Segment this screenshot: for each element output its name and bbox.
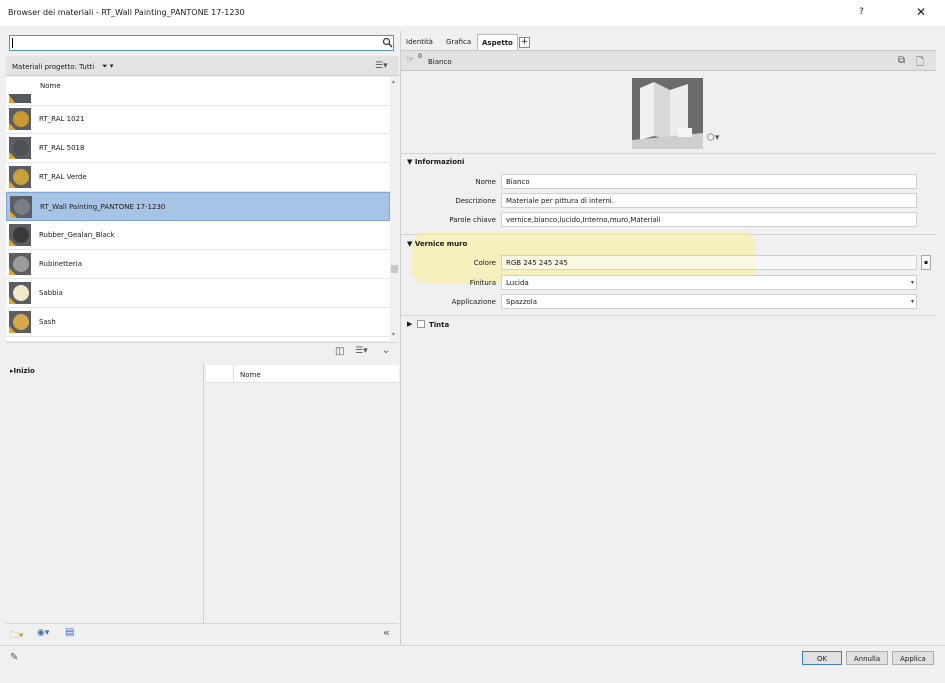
library-column-name[interactable]: Nome (240, 371, 261, 379)
list-item[interactable]: RT_Wall Painting_PANTONE 17-1230 (6, 192, 390, 221)
help-button[interactable]: ? (859, 7, 864, 17)
list-header (6, 77, 390, 94)
label-finish: Finitura (469, 279, 496, 287)
search-icon[interactable] (382, 37, 393, 48)
keywords-field[interactable]: vernice,bianco,lucido,Interno,muro,Mater… (501, 212, 917, 227)
folder-icon[interactable]: 🗀▾ (10, 628, 24, 644)
scroll-up-icon[interactable]: ▴ (392, 78, 395, 85)
panel-icon[interactable]: ▤ (65, 627, 74, 638)
collapse-left-icon[interactable]: « (383, 626, 390, 639)
label-keywords: Parole chiave (449, 216, 496, 224)
material-name: Sabbia (39, 289, 63, 297)
cancel-button[interactable]: Annulla (846, 651, 888, 665)
library-tree (6, 363, 204, 623)
scroll-down-icon[interactable]: ▾ (392, 331, 395, 338)
section-divider (401, 153, 936, 154)
tint-checkbox[interactable] (417, 320, 425, 328)
asset-usage-count: 0 (418, 53, 422, 60)
material-thumbnail (9, 108, 31, 130)
list-item[interactable]: Sash (6, 308, 390, 337)
section-wall-paint-header[interactable]: ▼ Vernice muro (407, 240, 467, 248)
apply-button[interactable]: Applica (892, 651, 934, 665)
section-info-header[interactable]: ▼ Informazioni (407, 158, 464, 166)
material-thumbnail (9, 253, 31, 275)
ok-button[interactable]: OK (802, 651, 842, 665)
list-item[interactable]: Rubinetteria (6, 250, 390, 279)
tab-appearance[interactable]: Aspetto (477, 34, 518, 50)
tree-item-home[interactable]: ▸Inizio (10, 367, 35, 375)
section-tint-header[interactable]: Tinta (429, 321, 449, 329)
collapse-down-icon[interactable]: ⌄ (382, 345, 390, 356)
asset-name: Bianco (428, 58, 452, 66)
add-tab-button[interactable]: + (519, 37, 530, 48)
edit-material-icon[interactable]: ✎ (10, 652, 18, 663)
label-name: Nome (475, 178, 496, 186)
material-thumbnail (9, 224, 31, 246)
column-separator (233, 365, 234, 383)
material-name: RT_RAL Verde (39, 173, 87, 181)
list-options-icon[interactable]: ☰▾ (355, 346, 368, 356)
label-application: Applicazione (451, 298, 496, 306)
material-name: Sash (39, 318, 56, 326)
material-name: RT_Wall Painting_PANTONE 17-1230 (40, 203, 166, 211)
material-list: RT_RAL 1021 RT_RAL 5018 RT_RAL Verde RT_Wal… (6, 77, 390, 341)
material-name: Rubber_Gealan_Black (39, 231, 115, 239)
replace-asset-icon[interactable]: 🗋 (916, 55, 924, 72)
material-preview-image (632, 78, 703, 149)
material-name: RT_RAL 5018 (39, 144, 85, 152)
chevron-down-icon[interactable]: ▾ (911, 298, 914, 305)
material-thumbnail (9, 137, 31, 159)
application-select[interactable]: Spazzola (501, 294, 917, 309)
preview-options-icon[interactable]: ⬡▾ (707, 133, 719, 143)
material-thumbnail (9, 311, 31, 333)
list-view-icon[interactable]: ☰▾ (375, 61, 388, 71)
filter-icon[interactable]: ⏷ ▾ (102, 62, 113, 71)
tab-graphics[interactable]: Grafica (446, 34, 471, 50)
window-title: Browser dei materiali - RT_Wall Painting… (8, 8, 245, 17)
panel-view-icon[interactable]: ◫ (335, 346, 344, 357)
list-item[interactable]: RT_RAL Verde (6, 163, 390, 192)
list-item[interactable]: Sabbia (6, 279, 390, 308)
material-name: RT_RAL 1021 (39, 115, 85, 123)
finish-select[interactable]: Lucida (501, 275, 917, 290)
label-description: Descrizione (455, 197, 496, 205)
project-materials-filter[interactable]: Materiali progetto: Tutti (12, 63, 94, 71)
text-caret (12, 38, 13, 48)
list-item[interactable]: RT_RAL 5018 (6, 134, 390, 163)
tab-identity[interactable]: Identità (406, 34, 433, 50)
chevron-down-icon[interactable]: ▾ (911, 279, 914, 286)
library-table (204, 363, 399, 623)
duplicate-asset-icon[interactable]: ⧉ (898, 55, 905, 66)
close-button[interactable]: ✕ (916, 5, 926, 19)
description-field[interactable]: Materiale per pittura di interni. (501, 193, 917, 208)
color-menu-button[interactable]: ▪ (921, 255, 931, 270)
material-thumbnail (10, 196, 32, 218)
material-thumbnail (9, 282, 31, 304)
search-input[interactable] (9, 35, 394, 51)
expand-arrow-icon[interactable]: ▶ (407, 320, 412, 328)
color-field[interactable]: RGB 245 245 245 (501, 255, 917, 270)
material-name: Rubinetteria (39, 260, 83, 268)
globe-icon[interactable]: ◉▾ (37, 628, 49, 638)
list-item[interactable]: Rubber_Gealan_Black (6, 221, 390, 250)
label-color: Colore (473, 259, 496, 267)
asset-bar (401, 50, 936, 71)
column-header-name[interactable]: Nome (40, 82, 61, 90)
library-table-header (206, 365, 399, 383)
section-divider (401, 315, 936, 316)
material-thumbnail (9, 166, 31, 188)
asset-hand-icon: ☞ (406, 55, 415, 65)
name-field[interactable]: Bianco (501, 174, 917, 189)
list-item[interactable]: RT_RAL 1021 (6, 105, 390, 134)
